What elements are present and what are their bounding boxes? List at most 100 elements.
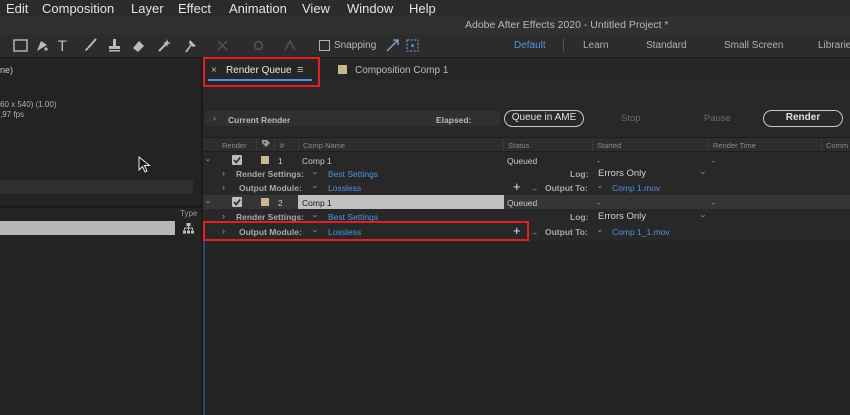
pause-button[interactable]: Pause: [704, 113, 731, 124]
expand-current-render-icon[interactable]: ›: [213, 113, 216, 123]
menu-view[interactable]: View: [302, 0, 330, 17]
snap-edges-icon[interactable]: [384, 37, 401, 54]
workspace-default[interactable]: Default: [514, 40, 546, 51]
column-status-header[interactable]: Status: [508, 141, 529, 150]
output-to-arrow-1-icon: →: [530, 183, 539, 193]
flowchart-icon[interactable]: [182, 222, 195, 238]
menu-layer[interactable]: Layer: [131, 0, 164, 17]
item-2-log-label: Log:: [570, 212, 589, 222]
item-2-status: Queued: [507, 198, 538, 208]
project-item-dimensions: 60 x 540) (1.00): [0, 100, 57, 109]
eraser-tool-icon[interactable]: [130, 37, 147, 54]
toolbar: T Snapping Default Learn Standard Small …: [0, 34, 850, 58]
item-1-render-settings-label: Render Settings:: [236, 169, 305, 179]
menu-effect[interactable]: Effect: [178, 0, 211, 17]
menu-help[interactable]: Help: [409, 0, 436, 17]
render-checkbox-2[interactable]: [232, 197, 242, 207]
project-search-input[interactable]: [0, 180, 193, 194]
project-item-name: ne): [0, 65, 14, 75]
label-swatch-2[interactable]: [261, 198, 269, 206]
render-settings-dropdown-2-icon[interactable]: ›: [311, 215, 321, 218]
item-1-output-to-value[interactable]: Comp 1.mov: [612, 183, 660, 193]
column-render-time-header[interactable]: Render Time: [713, 141, 756, 150]
item-1-output-to-label: Output To:: [545, 183, 588, 193]
item-1-log-label: Log:: [570, 169, 589, 179]
expand-render-settings-2-icon[interactable]: ›: [222, 211, 225, 221]
rectangle-tool-icon[interactable]: [12, 37, 29, 54]
render-settings-dropdown-1-icon[interactable]: ›: [311, 172, 321, 175]
tab-composition[interactable]: Composition Comp 1: [355, 65, 448, 76]
snap-feature-center-icon[interactable]: [404, 37, 421, 54]
item-1-render-time: -: [712, 156, 715, 166]
roto-brush-tool-icon[interactable]: [156, 37, 173, 54]
menu-window[interactable]: Window: [347, 0, 393, 17]
workspace-standard[interactable]: Standard: [646, 40, 687, 51]
workspace-libraries[interactable]: Librarie: [818, 40, 850, 51]
svg-text:T: T: [57, 39, 67, 54]
elapsed-label: Elapsed:: [436, 115, 472, 125]
menu-composition[interactable]: Composition: [42, 0, 114, 17]
render-checkbox-1[interactable]: [232, 155, 242, 165]
clone-stamp-tool-icon[interactable]: [106, 37, 123, 54]
item-1-started: -: [597, 156, 600, 166]
panel-separator: [0, 206, 201, 208]
column-number-header[interactable]: #: [280, 141, 284, 150]
workspace-small-screen[interactable]: Small Screen: [724, 40, 783, 51]
column-started-header[interactable]: Started: [597, 141, 621, 150]
project-item-row-selected[interactable]: [0, 221, 175, 235]
composition-swatch-icon: [338, 65, 347, 74]
render-queue-empty-area: [203, 241, 850, 415]
item-2-render-time: -: [712, 198, 715, 208]
column-render-header[interactable]: Render: [222, 141, 247, 150]
label-tag-icon[interactable]: [261, 139, 271, 152]
column-comment-header[interactable]: Comm: [826, 141, 848, 150]
item-1-output-module-value[interactable]: Lossless: [328, 183, 361, 193]
output-to-dropdown-2-icon[interactable]: ›: [596, 230, 606, 233]
item-2-output-to-value[interactable]: Comp 1_1.mov: [612, 227, 670, 237]
item-1-output-module-label: Output Module:: [239, 183, 302, 193]
type-tool-icon[interactable]: T: [56, 37, 73, 55]
workspace-learn[interactable]: Learn: [583, 40, 609, 51]
queue-in-ame-button[interactable]: Queue in AME: [504, 110, 584, 127]
column-separator: [503, 139, 504, 151]
snapping-checkbox[interactable]: [319, 40, 330, 51]
app-title: Adobe After Effects 2020 - Untitled Proj…: [465, 19, 669, 31]
stop-button[interactable]: Stop: [621, 113, 641, 124]
log-dropdown-1-icon[interactable]: ›: [699, 172, 709, 175]
highlight-box-tab: [203, 57, 320, 87]
item-1-render-settings-value[interactable]: Best Settings: [328, 169, 378, 179]
label-swatch-1[interactable]: [261, 156, 269, 164]
item-2-comp-name[interactable]: Comp 1: [302, 198, 332, 208]
title-bar: Adobe After Effects 2020 - Untitled Proj…: [0, 17, 850, 34]
project-panel: ne) 60 x 540) (1.00) ,97 fps Type: [0, 58, 201, 415]
column-separator: [256, 139, 257, 151]
puppet-starch-tool-icon: [282, 37, 299, 54]
project-item-fps: ,97 fps: [0, 110, 25, 119]
puppet-pin-tool-icon[interactable]: [182, 37, 199, 54]
collapse-item-1-icon[interactable]: ›: [204, 159, 214, 162]
menu-animation[interactable]: Animation: [229, 0, 287, 17]
expand-render-settings-1-icon[interactable]: ›: [222, 168, 225, 178]
snapping-label: Snapping: [334, 40, 377, 51]
item-2-output-to-label: Output To:: [545, 227, 588, 237]
output-module-dropdown-1-icon[interactable]: ›: [311, 186, 321, 189]
item-1-status: Queued: [507, 156, 538, 166]
item-1-comp-name[interactable]: Comp 1: [302, 156, 332, 166]
output-to-dropdown-1-icon[interactable]: ›: [596, 186, 606, 189]
column-separator: [592, 139, 593, 151]
panel-focus-edge: [203, 241, 205, 415]
menu-edit[interactable]: Edit: [6, 0, 28, 17]
puppet-overlap-tool-icon: [250, 37, 267, 54]
item-2-number: 2: [278, 198, 283, 208]
item-1-log-value[interactable]: Errors Only: [598, 168, 646, 179]
log-dropdown-2-icon[interactable]: ›: [699, 215, 709, 218]
column-comp-name-header[interactable]: Comp Name: [303, 141, 345, 150]
add-output-module-1-icon[interactable]: +: [513, 179, 521, 194]
render-button[interactable]: Render: [763, 110, 843, 127]
item-2-log-value[interactable]: Errors Only: [598, 211, 646, 222]
brush-tool-icon[interactable]: [82, 37, 99, 54]
expand-output-module-1-icon[interactable]: ›: [222, 182, 225, 192]
collapse-item-2-icon[interactable]: ›: [204, 201, 214, 204]
pen-tool-icon[interactable]: [34, 37, 51, 54]
column-separator: [274, 139, 275, 151]
